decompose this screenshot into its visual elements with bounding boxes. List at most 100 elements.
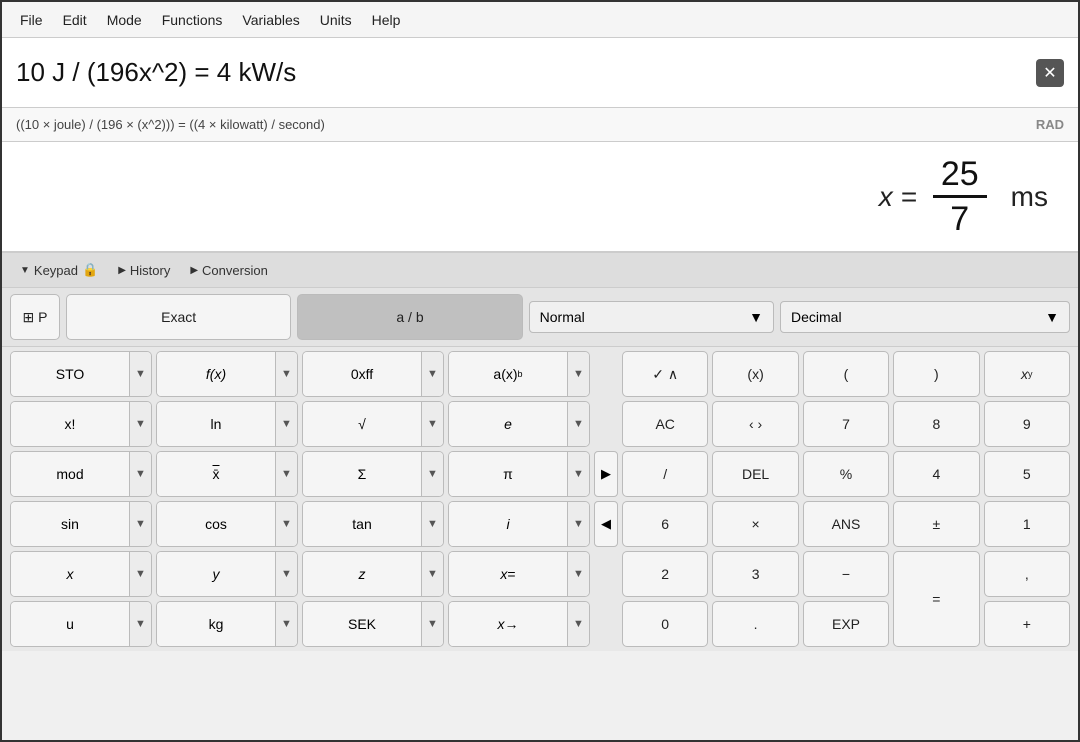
equals-right-button[interactable]: = [893, 551, 979, 647]
decimal-dropdown-arrow: ▼ [1045, 309, 1059, 325]
calc-grid: STO▼ f(x)▼ 0xff▼ a(x)b▼ x!▼ ln▼ √▼ e▼ mo… [2, 347, 1078, 651]
x-button[interactable]: x▼ [10, 551, 152, 597]
conversion-tab[interactable]: ▶ Conversion [182, 260, 275, 281]
0xff-button[interactable]: 0xff▼ [302, 351, 444, 397]
normal-mode-label: Normal [540, 309, 585, 325]
xbar-button[interactable]: x̄▼ [156, 451, 298, 497]
result-lhs: x = [879, 181, 917, 213]
xeq-button[interactable]: x =▼ [448, 551, 590, 597]
menu-item-units[interactable]: Units [310, 8, 362, 32]
conversion-tab-label: Conversion [202, 263, 268, 278]
three-button[interactable]: 3 [712, 551, 798, 597]
menu-item-variables[interactable]: Variables [232, 8, 309, 32]
formula-input[interactable] [16, 57, 1036, 88]
parsed-area: ((10 × joule) / (196 × (x^2))) = ((4 × k… [2, 108, 1078, 142]
divide-button[interactable]: / [622, 451, 708, 497]
seven-button[interactable]: 7 [803, 401, 889, 447]
parsed-expression: ((10 × joule) / (196 × (x^2))) = ((4 × k… [16, 117, 325, 132]
menu-item-help[interactable]: Help [362, 8, 411, 32]
lparen-button[interactable]: (x) [712, 351, 798, 397]
mod-button[interactable]: mod▼ [10, 451, 152, 497]
normal-dropdown-arrow: ▼ [749, 309, 763, 325]
scroll-left-button[interactable]: ◀ [594, 501, 618, 547]
decimal-mode-label: Decimal [791, 309, 842, 325]
close-paren-button[interactable]: ) [893, 351, 979, 397]
left-right-button[interactable]: ‹ › [712, 401, 798, 447]
bottom-panel: ▼ Keypad 🔒 ▶ History ▶ Conversion ⊞ P Ex… [2, 252, 1078, 651]
keypad-tab[interactable]: ▼ Keypad 🔒 [12, 259, 106, 281]
comma-button[interactable]: , [984, 551, 1070, 597]
input-area: ✕ [2, 38, 1078, 108]
scroll-right-button[interactable]: ▶ [594, 451, 618, 497]
sqrt-button[interactable]: √▼ [302, 401, 444, 447]
nine-button[interactable]: 9 [984, 401, 1070, 447]
ab-mode-button[interactable]: a / b [297, 294, 522, 340]
menu-item-edit[interactable]: Edit [53, 8, 97, 32]
keypad-modes: ⊞ P Exact a / b Normal ▼ Decimal ▼ [2, 288, 1078, 347]
eight-button[interactable]: 8 [893, 401, 979, 447]
result-denominator: 7 [942, 198, 977, 236]
xy-button[interactable]: xy [984, 351, 1070, 397]
xfact-button[interactable]: x!▼ [10, 401, 152, 447]
left-keys: STO▼ f(x)▼ 0xff▼ a(x)b▼ x!▼ ln▼ √▼ e▼ mo… [10, 351, 590, 647]
del-button[interactable]: DEL [712, 451, 798, 497]
normal-mode-dropdown[interactable]: Normal ▼ [529, 301, 774, 333]
result-display: x = 25 7 ms [879, 157, 1048, 236]
five-button[interactable]: 5 [984, 451, 1070, 497]
decimal-mode-dropdown[interactable]: Decimal ▼ [780, 301, 1070, 333]
sek-button[interactable]: SEK▼ [302, 601, 444, 647]
plus-button[interactable]: + [984, 601, 1070, 647]
minus-button[interactable]: − [803, 551, 889, 597]
z-button[interactable]: z▼ [302, 551, 444, 597]
menu-bar: FileEditModeFunctionsVariablesUnitsHelp [2, 2, 1078, 38]
menu-item-file[interactable]: File [10, 8, 53, 32]
menu-item-functions[interactable]: Functions [152, 8, 233, 32]
sin-button[interactable]: sin▼ [10, 501, 152, 547]
tan-button[interactable]: tan▼ [302, 501, 444, 547]
times-button[interactable]: × [712, 501, 798, 547]
result-area: x = 25 7 ms [2, 142, 1078, 252]
result-unit: ms [1011, 181, 1048, 213]
result-fraction: 25 7 [933, 157, 987, 236]
menu-item-mode[interactable]: Mode [97, 8, 152, 32]
result-numerator: 25 [933, 157, 987, 198]
history-tab[interactable]: ▶ History [110, 260, 178, 281]
angle-mode-label: RAD [1036, 117, 1064, 132]
two-button[interactable]: 2 [622, 551, 708, 597]
one-button[interactable]: 1 [984, 501, 1070, 547]
pi-button[interactable]: π▼ [448, 451, 590, 497]
six-button[interactable]: 6 [622, 501, 708, 547]
axb-button[interactable]: a(x)b▼ [448, 351, 590, 397]
plusminus-button[interactable]: ± [893, 501, 979, 547]
exp-button[interactable]: EXP [803, 601, 889, 647]
xarrow-button[interactable]: x →▼ [448, 601, 590, 647]
kg-button[interactable]: kg▼ [156, 601, 298, 647]
grid-icon: ⊞ [23, 309, 35, 326]
keypad-tab-label: Keypad [34, 263, 78, 278]
cos-button[interactable]: cos▼ [156, 501, 298, 547]
dot-button[interactable]: . [712, 601, 798, 647]
ac-button[interactable]: AC [622, 401, 708, 447]
sigma-button[interactable]: Σ▼ [302, 451, 444, 497]
check-up-button[interactable]: ✓ ∧ [622, 351, 708, 397]
four-button[interactable]: 4 [893, 451, 979, 497]
conversion-arrow-icon: ▶ [190, 265, 198, 276]
history-arrow-icon: ▶ [118, 265, 126, 276]
u-button[interactable]: u▼ [10, 601, 152, 647]
zero-button[interactable]: 0 [622, 601, 708, 647]
i-button[interactable]: i▼ [448, 501, 590, 547]
ans-button[interactable]: ANS [803, 501, 889, 547]
ln-button[interactable]: ln▼ [156, 401, 298, 447]
grid-mode-button[interactable]: ⊞ P [10, 294, 60, 340]
y-button[interactable]: y▼ [156, 551, 298, 597]
keypad-arrow-icon: ▼ [20, 265, 30, 276]
right-keys: ✓ ∧ (x) ( ) xy AC ‹ › 7 8 9 / DEL % 4 5 … [622, 351, 1070, 647]
exact-mode-button[interactable]: Exact [66, 294, 291, 340]
open-paren-button[interactable]: ( [803, 351, 889, 397]
e-button[interactable]: e▼ [448, 401, 590, 447]
panel-tabs: ▼ Keypad 🔒 ▶ History ▶ Conversion [2, 253, 1078, 288]
percent-button[interactable]: % [803, 451, 889, 497]
fx-button[interactable]: f(x)▼ [156, 351, 298, 397]
sto-button[interactable]: STO▼ [10, 351, 152, 397]
clear-button[interactable]: ✕ [1036, 59, 1064, 87]
